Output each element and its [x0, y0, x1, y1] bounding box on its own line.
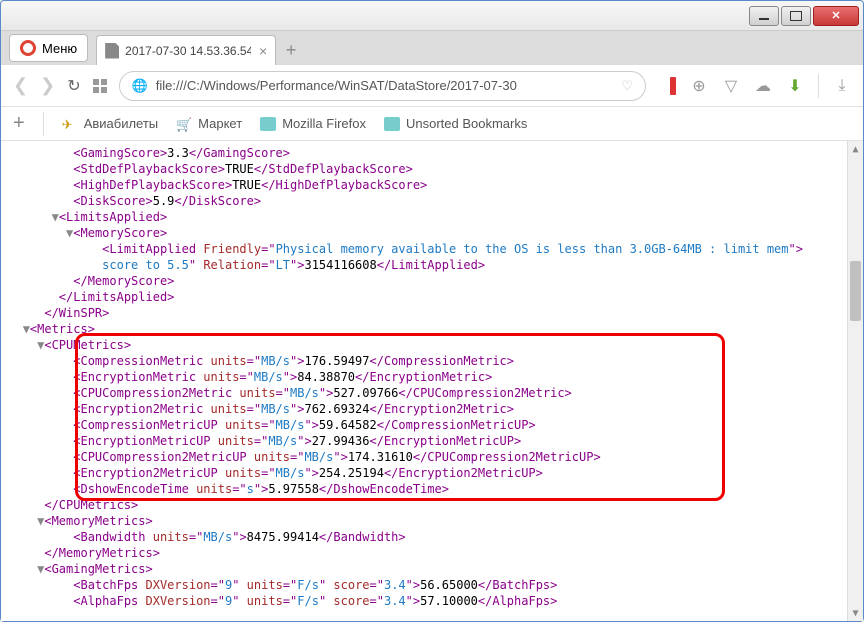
folder-icon — [260, 117, 276, 131]
add-bookmark-button[interactable]: + — [13, 112, 25, 135]
back-button[interactable]: ❮ — [13, 75, 28, 96]
separator — [43, 112, 44, 136]
bookmark-label: Маркет — [198, 116, 242, 131]
forward-button[interactable]: ❯ — [40, 75, 55, 96]
xml-line: </MemoryScore> — [1, 273, 863, 289]
xml-line: <Encryption2MetricUP units="MB/s">254.25… — [1, 465, 863, 481]
xml-line: ▼<MemoryMetrics> — [1, 513, 863, 529]
vertical-scrollbar[interactable]: ▲ ▼ — [847, 141, 863, 621]
bookmark-unsorted[interactable]: Unsorted Bookmarks — [384, 116, 527, 131]
xml-line: <StdDefPlaybackScore>TRUE</StdDefPlaybac… — [1, 161, 863, 177]
xml-line: ▼<CPUMetrics> — [1, 337, 863, 353]
navigation-bar: ❮ ❯ ↻ 🌐 file:///C:/Windows/Performance/W… — [1, 65, 863, 107]
separator — [818, 74, 819, 98]
xml-line: score to 5.5" Relation="LT">3154116608</… — [1, 257, 863, 273]
url-text: file:///C:/Windows/Performance/WinSAT/Da… — [156, 78, 517, 93]
xml-line: <AlphaFps DXVersion="9" units="F/s" scor… — [1, 593, 863, 609]
xml-line: <HighDefPlaybackScore>TRUE</HighDefPlayb… — [1, 177, 863, 193]
folder-icon — [384, 117, 400, 131]
tab[interactable]: 2017-07-30 14.53.36.545 F × — [96, 35, 276, 65]
xml-line: </LimitsApplied> — [1, 289, 863, 305]
content-area: <GamingScore>3.3</GamingScore> <StdDefPl… — [1, 141, 863, 621]
bookmarks-bar: + ✈ Авиабилеты 🛒 Маркет Mozilla Firefox Un… — [1, 107, 863, 141]
window-minimize-button[interactable] — [749, 6, 779, 26]
xml-line: </MemoryMetrics> — [1, 545, 863, 561]
extension-globe-icon[interactable]: ⊕ — [690, 77, 708, 95]
xml-line: <LimitApplied Friendly="Physical memory … — [1, 241, 863, 257]
xml-line: <DiskScore>5.9</DiskScore> — [1, 193, 863, 209]
xml-line: <Encryption2Metric units="MB/s">762.6932… — [1, 401, 863, 417]
speed-dial-button[interactable] — [93, 79, 107, 93]
xml-line: ▼<Metrics> — [1, 321, 863, 337]
bookmark-aviabilety[interactable]: ✈ Авиабилеты — [62, 116, 158, 131]
window-maximize-button[interactable] — [781, 6, 811, 26]
xml-line: </WinSPR> — [1, 305, 863, 321]
extension-download-icon[interactable]: ⬇ — [786, 77, 804, 95]
toolbar-right: ⊕ ▽ ☁ ⬇ ⤓ — [670, 74, 851, 98]
xml-line: <DshowEncodeTime units="s">5.97558</Dsho… — [1, 481, 863, 497]
titlebar — [1, 1, 863, 31]
menu-label: Меню — [42, 41, 77, 56]
scroll-thumb[interactable] — [850, 261, 861, 321]
url-bar[interactable]: 🌐 file:///C:/Windows/Performance/WinSAT/… — [119, 71, 646, 101]
tab-close-icon[interactable]: × — [259, 43, 267, 59]
bookmark-label: Mozilla Firefox — [282, 116, 366, 131]
xml-line: <CPUCompression2MetricUP units="MB/s">17… — [1, 449, 863, 465]
tab-title: 2017-07-30 14.53.36.545 F — [125, 44, 251, 58]
bookmark-market[interactable]: 🛒 Маркет — [176, 116, 242, 131]
xml-line: ▼<GamingMetrics> — [1, 561, 863, 577]
tab-bar: Меню 2017-07-30 14.53.36.545 F × + — [1, 31, 863, 65]
scroll-down-arrow[interactable]: ▼ — [848, 605, 863, 621]
new-tab-button[interactable]: + — [278, 37, 304, 63]
extension-red-icon[interactable] — [670, 77, 676, 95]
plane-icon: ✈ — [62, 117, 78, 131]
bookmark-label: Авиабилеты — [84, 116, 158, 131]
reload-button[interactable]: ↻ — [67, 76, 80, 96]
xml-line: <Bandwidth units="MB/s">8475.99414</Band… — [1, 529, 863, 545]
bookmark-label: Unsorted Bookmarks — [406, 116, 527, 131]
extension-sync-icon[interactable]: ☁ — [754, 77, 772, 95]
bookmark-heart-icon[interactable]: ♡ — [621, 78, 633, 94]
globe-icon: 🌐 — [132, 78, 148, 94]
menu-button[interactable]: Меню — [9, 34, 88, 62]
xml-line: <GamingScore>3.3</GamingScore> — [1, 145, 863, 161]
file-icon — [105, 43, 119, 59]
xml-line: ▼<LimitsApplied> — [1, 209, 863, 225]
window-close-button[interactable] — [813, 6, 859, 26]
xml-line: <EncryptionMetric units="MB/s">84.38870<… — [1, 369, 863, 385]
bookmark-mozilla[interactable]: Mozilla Firefox — [260, 116, 366, 131]
xml-line: <EncryptionMetricUP units="MB/s">27.9943… — [1, 433, 863, 449]
extension-shield-icon[interactable]: ▽ — [722, 77, 740, 95]
xml-line: <CompressionMetric units="MB/s">176.5949… — [1, 353, 863, 369]
xml-line: <CPUCompression2Metric units="MB/s">527.… — [1, 385, 863, 401]
xml-line: <CompressionMetricUP units="MB/s">59.645… — [1, 417, 863, 433]
xml-line: <BatchFps DXVersion="9" units="F/s" scor… — [1, 577, 863, 593]
xml-line: ▼<MemoryScore> — [1, 225, 863, 241]
browser-window: Меню 2017-07-30 14.53.36.545 F × + ❮ ❯ ↻… — [0, 0, 864, 622]
opera-logo-icon — [20, 40, 36, 56]
cart-icon: 🛒 — [176, 117, 192, 131]
downloads-icon[interactable]: ⤓ — [833, 77, 851, 95]
scroll-up-arrow[interactable]: ▲ — [848, 141, 863, 157]
xml-line: </CPUMetrics> — [1, 497, 863, 513]
